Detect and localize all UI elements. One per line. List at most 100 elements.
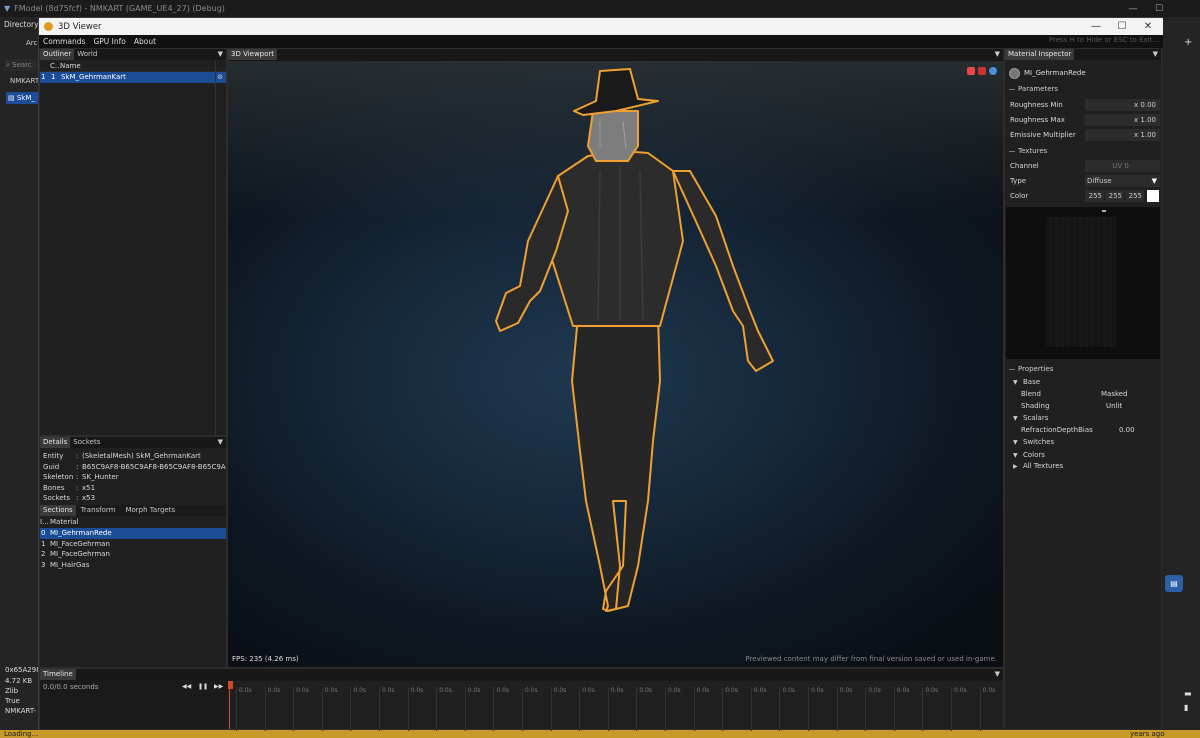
- panel-menu-icon[interactable]: ▼: [995, 50, 1000, 58]
- panel-menu-icon[interactable]: ▼: [995, 670, 1000, 678]
- add-tab-icon[interactable]: +: [1184, 37, 1192, 48]
- texture-preview[interactable]: [1006, 207, 1160, 359]
- timeline-tick-label: 0.0s: [808, 687, 824, 731]
- menu-commands[interactable]: Commands: [43, 37, 85, 46]
- section-row[interactable]: 2 MI_FaceGehrman: [40, 549, 226, 560]
- visibility-icon[interactable]: ⊘: [217, 72, 223, 83]
- playhead[interactable]: [228, 681, 233, 689]
- menu-gpu-info[interactable]: GPU Info: [93, 37, 125, 46]
- material-sphere-icon: [1009, 67, 1020, 79]
- tab-details[interactable]: Details: [40, 437, 71, 448]
- prop-sockets: Sockets: x53: [43, 494, 96, 502]
- color-swatch[interactable]: [1147, 190, 1159, 202]
- pause-button[interactable]: ❚❚: [198, 683, 208, 690]
- timeline-tick-label: 0.0s: [436, 687, 452, 731]
- tab-sections[interactable]: Sections: [40, 505, 76, 516]
- viewport-canvas[interactable]: FPS: 235 (4.26 ms) Previewed content may…: [228, 61, 1003, 667]
- viewer-title-bar: 3D Viewer — ☐ ✕: [39, 18, 1163, 35]
- fast-forward-button[interactable]: ▶▶: [214, 683, 223, 690]
- maximize-button[interactable]: ☐: [1109, 18, 1135, 35]
- section-row[interactable]: 0 MI_GehrmanRede: [40, 528, 226, 539]
- timeline-time: 0.0/0.0 seconds: [43, 683, 99, 691]
- color-r-field[interactable]: 255: [1085, 190, 1104, 202]
- tree-colors[interactable]: ▼ Colors: [1013, 450, 1045, 461]
- selected-asset-item[interactable]: ▤ SkM_: [6, 92, 38, 104]
- tab-sockets[interactable]: Sockets: [70, 437, 103, 448]
- fmodel-left-panel: Directory Arc ⌕ Searc NMKART ▤ SkM_ 0x65…: [0, 17, 39, 730]
- tab-transform[interactable]: Transform: [76, 505, 121, 516]
- fmodel-maximize-button[interactable]: ☐: [1146, 0, 1172, 17]
- section-row[interactable]: 1 MI_FaceGehrman: [40, 539, 226, 550]
- color-b-field[interactable]: 255: [1125, 190, 1144, 202]
- texture-preview-marker: [1102, 210, 1106, 212]
- roughness-min-field[interactable]: x 0.00: [1085, 99, 1160, 111]
- tree-refraction-value: 0.00: [1119, 426, 1135, 434]
- timeline-tick-label: 0.0s: [893, 687, 909, 731]
- playhead-line: [229, 689, 230, 729]
- folder-icon[interactable]: ▬: [1184, 689, 1192, 698]
- character-torso: [545, 150, 684, 327]
- color-g-field[interactable]: 255: [1105, 190, 1124, 202]
- tab-material-inspector[interactable]: Material Inspector: [1005, 49, 1075, 60]
- asset-info-compression: Zlib: [5, 687, 19, 695]
- type-select[interactable]: Diffuse ▼: [1085, 175, 1160, 187]
- tab-outliner[interactable]: Outliner: [40, 49, 75, 60]
- section-row[interactable]: 3 MI_HairGas: [40, 560, 226, 571]
- tree-refraction-depth-bias: RefractionDepthBias: [1021, 426, 1093, 434]
- panel-menu-icon[interactable]: ▼: [218, 50, 223, 58]
- chevron-right-icon: ▶: [1013, 463, 1018, 470]
- document-icon: ▤: [1170, 579, 1178, 588]
- tab-3d-viewport[interactable]: 3D Viewport: [228, 49, 278, 60]
- asset-info-offset: 0x65A298: [5, 666, 38, 674]
- textures-section[interactable]: Textures: [1006, 146, 1160, 157]
- tree-base[interactable]: ▼ Base: [1013, 377, 1040, 388]
- chevron-down-icon: ▼: [1013, 439, 1018, 446]
- fmodel-right-panel: + ▤ ▬ ▮: [1162, 17, 1200, 730]
- document-button[interactable]: ▤: [1165, 575, 1183, 592]
- tree-switches[interactable]: ▼ Switches: [1013, 437, 1054, 448]
- parameters-section[interactable]: Parameters: [1006, 84, 1160, 95]
- tree-all-textures[interactable]: ▶ All Textures: [1013, 461, 1063, 472]
- timeline-tick-label: 0.0s: [779, 687, 795, 731]
- fmodel-minimize-button[interactable]: —: [1120, 0, 1146, 17]
- archives-tab[interactable]: Arc: [26, 39, 37, 47]
- menu-about[interactable]: About: [134, 37, 156, 46]
- sections-header: I... Material: [40, 518, 79, 526]
- fmodel-search-input[interactable]: ⌕ Searc: [4, 59, 38, 71]
- outliner-row[interactable]: 1 1 SkM_GehrmanKart ⊘: [40, 72, 226, 83]
- fmodel-title: FModel (8d75fcf) - NMKART (GAME_UE4_27) …: [14, 4, 225, 13]
- roughness-max-field[interactable]: x 1.00: [1085, 114, 1160, 126]
- timeline-tick-label: 0.0s: [264, 687, 280, 731]
- directory-tab[interactable]: Directory: [4, 20, 39, 29]
- prop-guid: Guid: B65C9AF8-B65C9AF8-B65C9AF8-B65C9AF8: [43, 462, 226, 471]
- tree-shading-value: Unlit: [1106, 402, 1123, 410]
- outliner-header: C... Name: [40, 61, 226, 72]
- character-head: [587, 110, 639, 162]
- viewer-title: 3D Viewer: [58, 21, 102, 32]
- panel-menu-icon[interactable]: ▼: [1153, 50, 1158, 58]
- timeline-tick-label: 0.0s: [464, 687, 480, 731]
- minimize-button[interactable]: —: [1083, 18, 1109, 35]
- tab-timeline[interactable]: Timeline: [40, 669, 76, 680]
- tab-morph-targets[interactable]: Morph Targets: [120, 505, 180, 516]
- asset-info-package: NMKART-: [5, 707, 37, 715]
- chevron-down-icon: ▼: [1013, 379, 1018, 386]
- tab-world[interactable]: World: [74, 49, 100, 60]
- nmkart-node[interactable]: NMKART: [10, 77, 38, 85]
- search-icon: ⌕: [6, 61, 10, 69]
- channel-field[interactable]: UV 0: [1085, 160, 1160, 172]
- emissive-multiplier-field[interactable]: x 1.00: [1085, 129, 1160, 141]
- fps-counter: FPS: 235 (4.26 ms): [232, 655, 299, 663]
- panel-menu-icon[interactable]: ▼: [218, 438, 223, 446]
- file-icon: ▤: [8, 94, 15, 102]
- timeline-tick-label: 0.0s: [236, 687, 252, 731]
- rewind-button[interactable]: ◀◀: [182, 683, 191, 690]
- status-text: Loading...: [4, 730, 39, 738]
- file-icon[interactable]: ▮: [1184, 703, 1188, 712]
- outliner-divider: [215, 61, 216, 435]
- close-button[interactable]: ✕: [1135, 18, 1161, 35]
- tree-scalars[interactable]: ▼ Scalars: [1013, 413, 1048, 424]
- timeline-tick-label: 0.0s: [321, 687, 337, 731]
- properties-section[interactable]: Properties: [1006, 364, 1160, 375]
- character-model[interactable]: [228, 61, 1003, 667]
